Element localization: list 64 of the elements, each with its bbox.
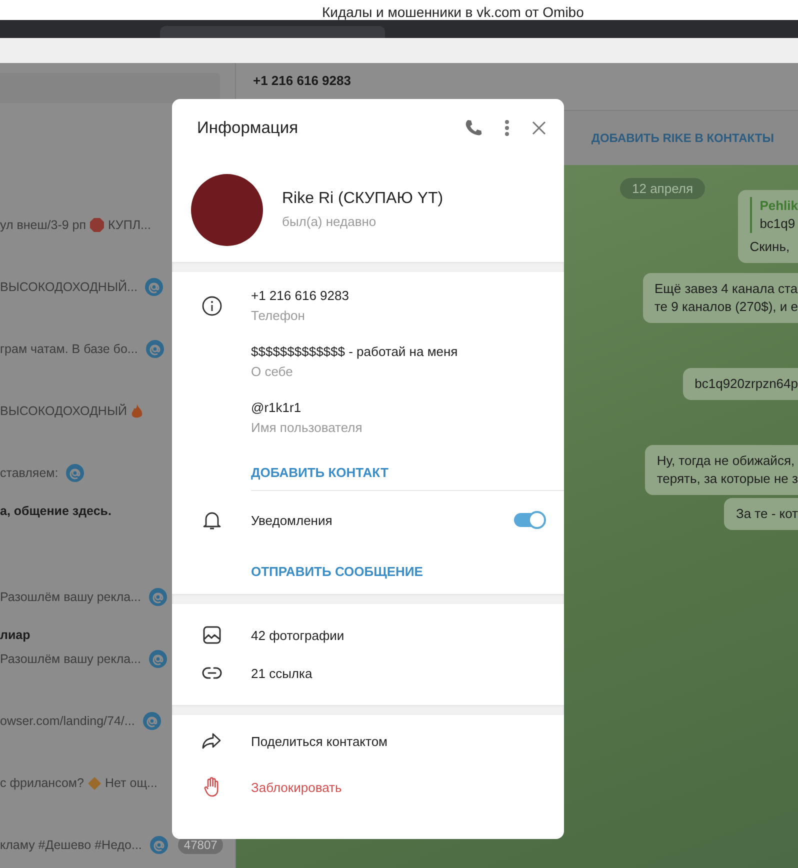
message-preview: Нет ощ... (104, 776, 158, 790)
reply-text: bc1q9 (760, 215, 796, 233)
message-text: Ну, тогда не обижайся, (656, 452, 796, 470)
chat-title[interactable]: а, общение здесь. (0, 504, 112, 518)
detail-value: $$$$$$$$$$$$$ - работай на меня (251, 343, 459, 361)
diamond-icon (88, 776, 101, 790)
share-arrow-icon (202, 733, 221, 749)
notifications-label: Уведомления (251, 512, 332, 528)
media-link[interactable]: 42 фотографии (251, 628, 564, 642)
send-message-link[interactable]: ОТПРАВИТЬ СООБЩЕНИЕ (251, 564, 423, 579)
chat-title[interactable]: лиар (0, 628, 30, 642)
chat-title: +1 216 616 9283 (253, 73, 351, 88)
bell-icon (202, 510, 220, 530)
mention-icon (142, 712, 161, 730)
window-title: Кидалы и мошенники в vk.com от Omibo (322, 4, 584, 20)
message-preview: грам чатам. В базе бо... (0, 342, 138, 356)
search-field[interactable] (160, 26, 385, 38)
hand-icon (204, 777, 220, 797)
detail-label: Имя пользователя (251, 419, 364, 437)
notifications-toggle[interactable] (514, 513, 544, 527)
mention-icon (145, 278, 164, 296)
mention-icon (149, 650, 167, 668)
media-link[interactable]: 21 ссылка (251, 666, 564, 680)
mention-icon (146, 340, 164, 358)
mention-icon (149, 588, 167, 606)
dialog-title: Информация (197, 118, 300, 138)
search-field[interactable] (0, 73, 220, 103)
info-icon (202, 296, 222, 316)
contact-name: Rike Ri (СКУПАЮ YT) (282, 190, 444, 208)
message-text: bc1q920zrpzn64p (694, 375, 798, 393)
stop-sign-icon (90, 218, 104, 232)
date-badge: 12 апреля (620, 178, 705, 199)
message-preview: ставляем: (0, 466, 58, 480)
message-text: Ещё завез 4 канала ста (654, 280, 798, 298)
detail-value: +1 216 616 9283 (251, 287, 350, 305)
message-preview: с фрилансом? (0, 776, 84, 790)
message-preview: owser.com/landing/74/... (0, 714, 135, 728)
detail-label: Телефон (251, 307, 306, 325)
block-button[interactable]: Заблокировать (251, 780, 564, 794)
message-text: терять, за которые не з (656, 470, 798, 488)
message-preview: КУПЛ... (108, 218, 151, 232)
link-icon (202, 667, 222, 679)
message-text: Скинь, (750, 238, 791, 256)
last-seen-status: был(а) недавно (282, 214, 378, 229)
message-preview: кламу #Дешево #Недо... (0, 838, 142, 852)
picture-icon (202, 626, 220, 644)
reply-author: Pehlik (760, 197, 798, 215)
message-text: За те - кот (736, 505, 798, 523)
close-icon[interactable] (532, 121, 546, 135)
add-contact-link[interactable]: ДОБАВИТЬ КОНТАКТ (251, 464, 388, 480)
phone-icon[interactable] (464, 119, 482, 137)
message-preview: ул внеш/3-9 рп (0, 218, 86, 232)
detail-label: О себе (251, 363, 294, 381)
message-text: те 9 каналов (270$), и е (654, 298, 798, 316)
message-preview: Разошлём вашу рекла... (0, 652, 141, 666)
mention-icon (150, 836, 168, 854)
detail-value: @r1k1r1 (251, 399, 302, 417)
message-preview: ВЫСОКОДОХОДНЫЙ... (0, 280, 138, 294)
message-preview: ВЫСОКОДОХОДНЫЙ (0, 404, 128, 418)
more-menu-icon[interactable] (504, 119, 510, 137)
share-contact-button[interactable]: Поделиться контактом (251, 734, 564, 748)
flame-icon (131, 404, 144, 418)
mention-icon (66, 464, 84, 482)
message-preview: Разошлём вашу рекла... (0, 590, 141, 604)
